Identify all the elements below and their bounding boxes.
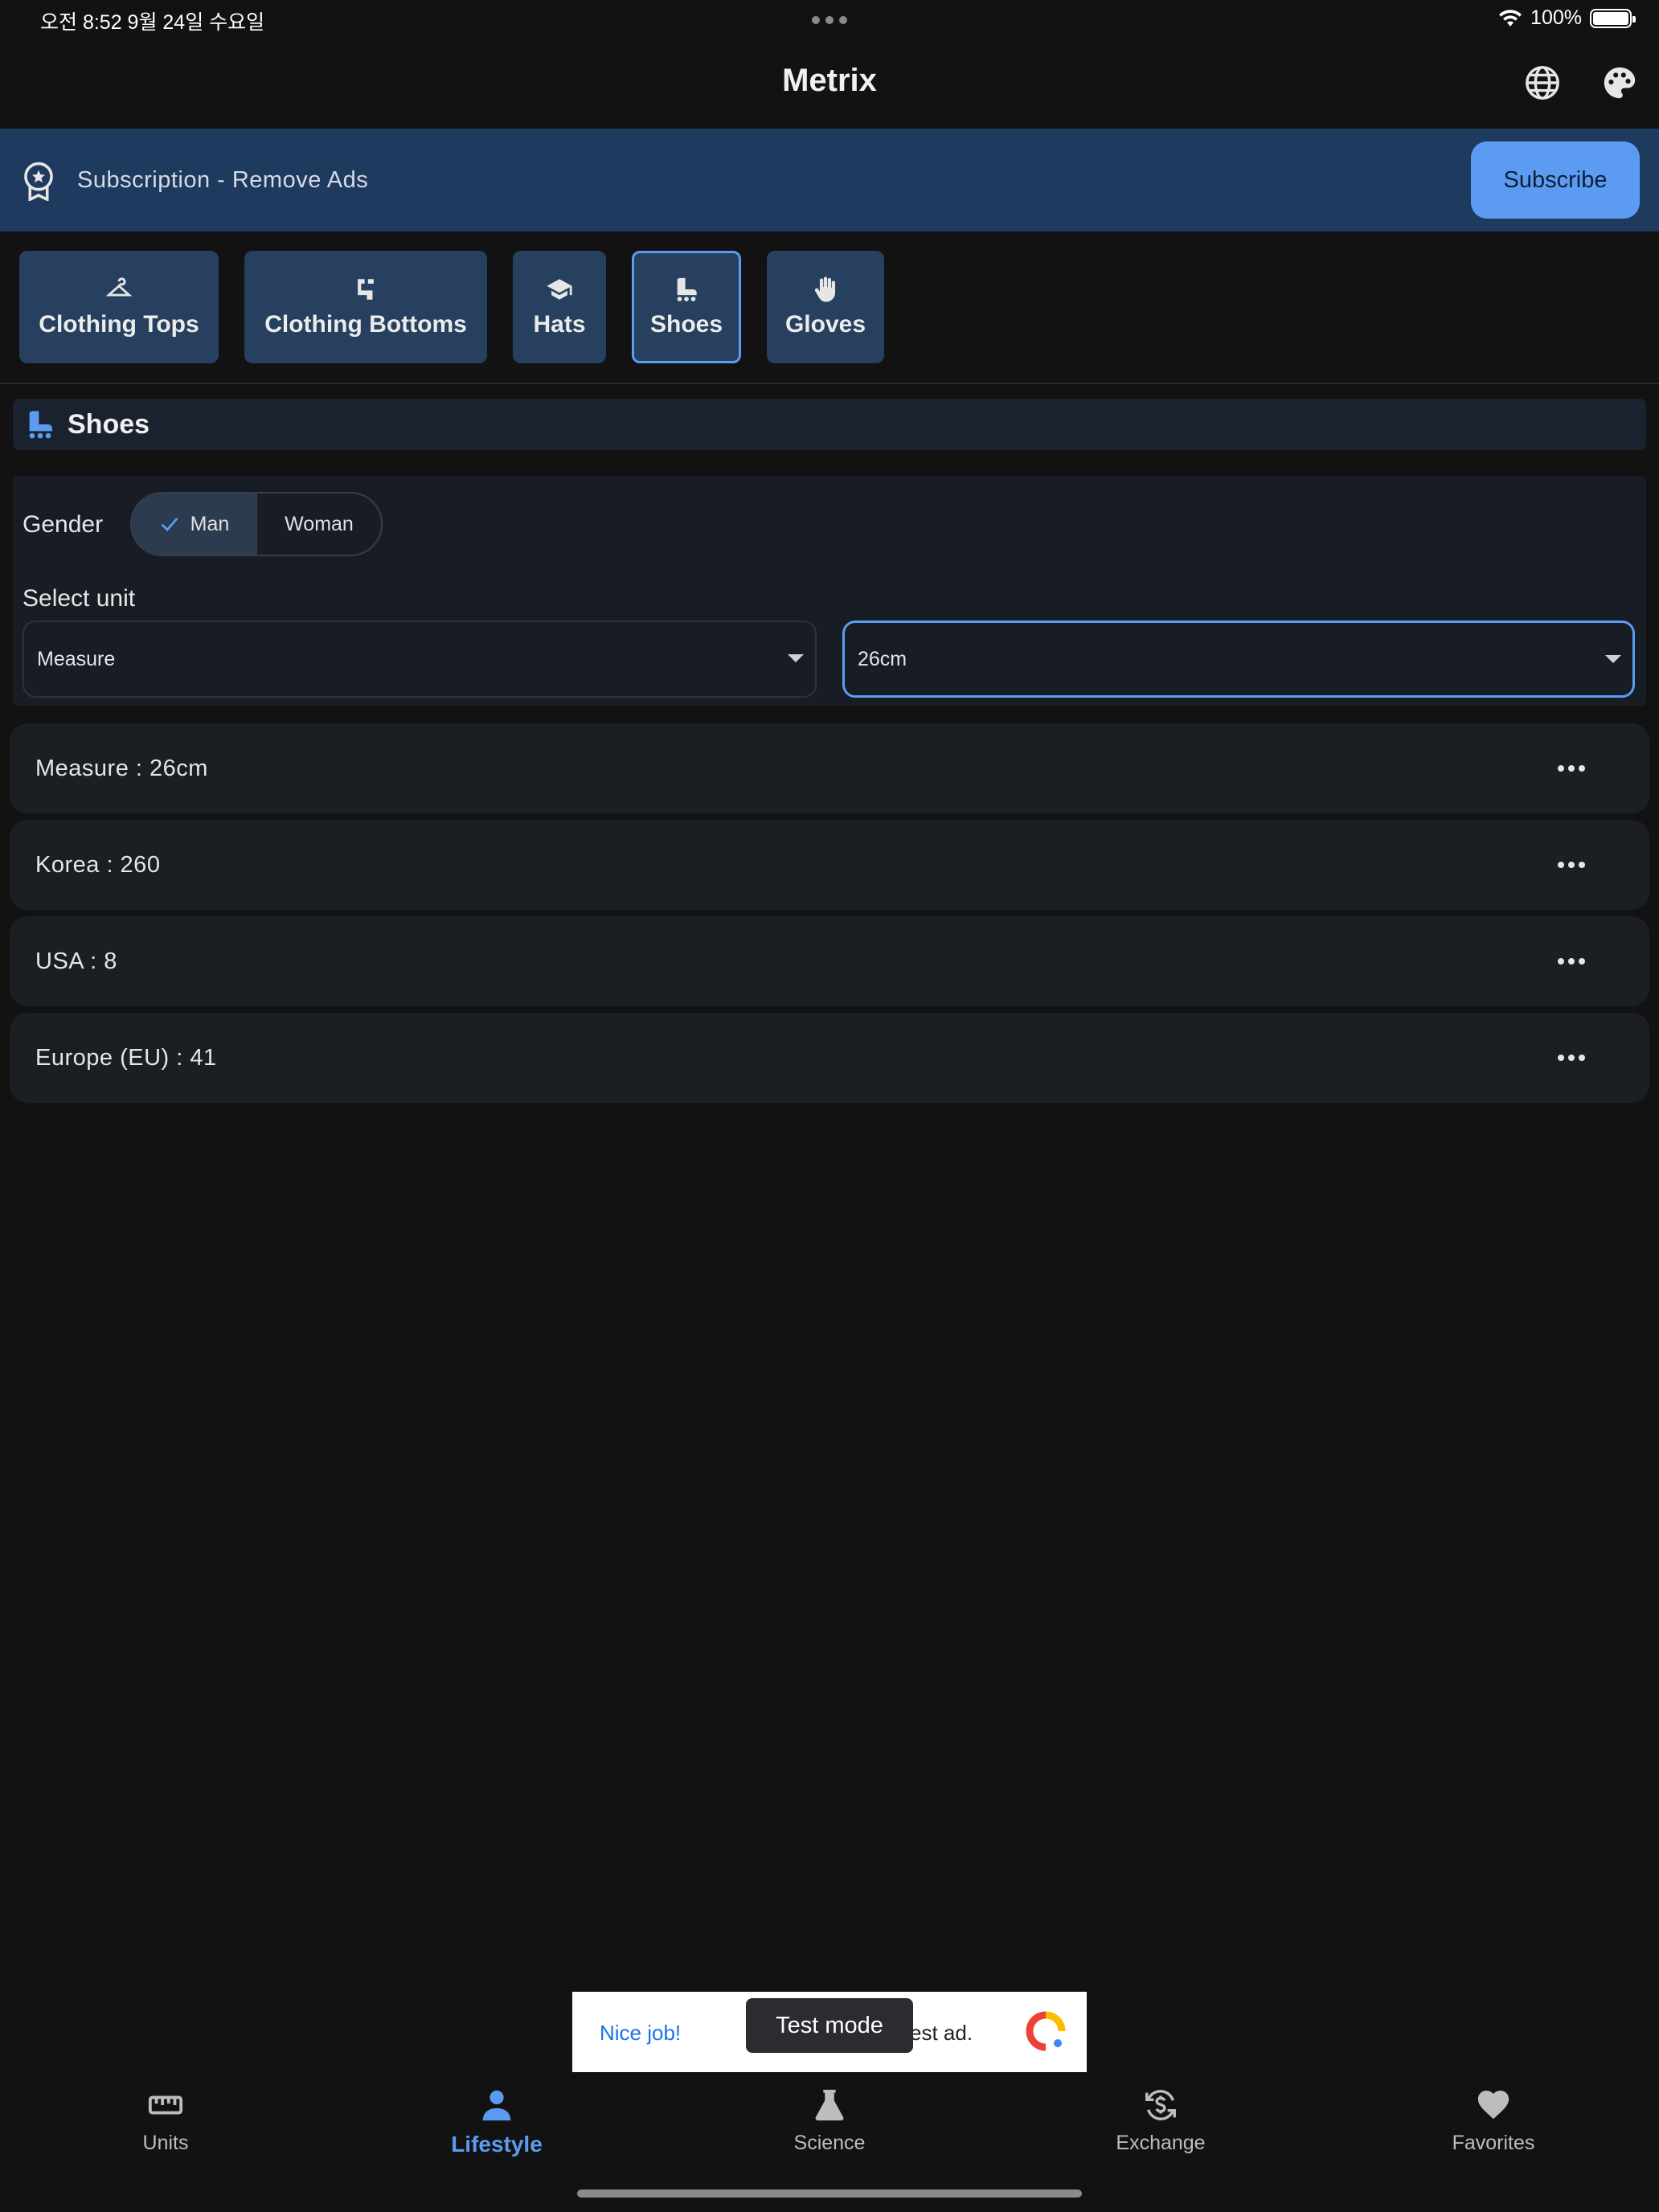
- divider: [0, 383, 1659, 384]
- heart-icon: [1477, 2090, 1509, 2120]
- category-gloves[interactable]: Gloves: [767, 251, 884, 363]
- gender-option-label: Man: [190, 512, 230, 535]
- ad-nice-job: Nice job!: [600, 2021, 682, 2045]
- nav-label: Lifestyle: [451, 2132, 543, 2157]
- nav-lifestyle[interactable]: Lifestyle: [400, 2087, 593, 2157]
- select-unit-label: Select unit: [23, 585, 136, 612]
- multitasking-dots-icon[interactable]: [812, 16, 847, 24]
- result-text: Europe (EU) : 41: [35, 1045, 217, 1071]
- value-dropdown-value: 26cm: [858, 647, 907, 670]
- dropdown-arrow-icon: [788, 654, 804, 662]
- currency-exchange-icon: [1145, 2090, 1176, 2120]
- gender-label: Gender: [23, 511, 104, 538]
- check-icon: [161, 518, 178, 532]
- app-title: Metrix: [782, 63, 877, 98]
- more-options-icon[interactable]: [1558, 765, 1585, 772]
- category-clothing-bottoms[interactable]: Clothing Bottoms: [244, 251, 487, 363]
- gender-option-label: Woman: [285, 512, 354, 535]
- category-clothing-tops[interactable]: Clothing Tops: [19, 251, 219, 363]
- pants-icon: [358, 279, 374, 300]
- graduation-cap-icon: [547, 279, 572, 300]
- badge-icon: [24, 162, 53, 201]
- person-icon: [482, 2090, 511, 2121]
- result-text: Measure : 26cm: [35, 756, 208, 781]
- nav-exchange[interactable]: Exchange: [1064, 2087, 1257, 2155]
- status-time-date: 오전 8:52 9월 24일 수요일: [40, 11, 265, 34]
- subscription-banner: Subscription - Remove Ads: [0, 129, 1659, 231]
- home-indicator[interactable]: [577, 2189, 1082, 2198]
- battery-percent: 100%: [1530, 6, 1582, 29]
- unit-dropdown[interactable]: Measure: [23, 621, 817, 698]
- gender-segmented-control: Man Woman: [130, 492, 383, 556]
- more-options-icon[interactable]: [1558, 958, 1585, 965]
- nav-units[interactable]: Units: [69, 2087, 262, 2155]
- ruler-icon: [148, 2095, 183, 2115]
- subscribe-button[interactable]: Subscribe: [1471, 141, 1640, 219]
- category-label: Shoes: [649, 311, 723, 338]
- nav-label: Science: [793, 2132, 866, 2154]
- flask-icon: [815, 2089, 844, 2121]
- gender-option-woman[interactable]: Woman: [256, 494, 381, 555]
- nav-label: Favorites: [1452, 2132, 1535, 2154]
- roller-skate-icon: [29, 411, 52, 439]
- ad-text: est ad.: [910, 2021, 973, 2045]
- palette-icon[interactable]: [1601, 64, 1638, 101]
- hanger-icon: [105, 277, 133, 297]
- dropdown-arrow-icon: [1605, 655, 1621, 663]
- subscription-text: Subscription - Remove Ads: [77, 167, 369, 193]
- result-row: Measure : 26cm: [10, 723, 1649, 813]
- ad-banner[interactable]: Nice job! est ad. Test mode: [572, 1992, 1087, 2072]
- status-bar: 오전 8:52 9월 24일 수요일 100%: [0, 0, 1659, 40]
- category-label: Hats: [533, 311, 586, 338]
- result-text: Korea : 260: [35, 852, 161, 878]
- roller-skate-icon: [677, 277, 697, 301]
- battery-icon: [1590, 8, 1636, 28]
- more-options-icon[interactable]: [1558, 862, 1585, 868]
- test-mode-toast: Test mode: [746, 1998, 913, 2053]
- hand-icon: [814, 276, 836, 302]
- category-shoes[interactable]: Shoes: [632, 251, 741, 363]
- nav-science[interactable]: Science: [733, 2087, 926, 2155]
- section-header: Shoes: [13, 399, 1646, 450]
- globe-icon[interactable]: [1524, 64, 1561, 101]
- category-label: Clothing Bottoms: [264, 311, 467, 338]
- more-options-icon[interactable]: [1558, 1055, 1585, 1061]
- gender-option-man[interactable]: Man: [132, 494, 256, 555]
- status-right: 100%: [1498, 6, 1636, 30]
- section-title: Shoes: [68, 408, 150, 440]
- category-hats[interactable]: Hats: [513, 251, 606, 363]
- result-text: USA : 8: [35, 948, 117, 974]
- admob-logo-icon: [1026, 2011, 1066, 2051]
- nav-label: Exchange: [1116, 2132, 1206, 2154]
- category-label: Gloves: [784, 311, 866, 338]
- result-row: USA : 8: [10, 916, 1649, 1006]
- value-dropdown[interactable]: 26cm: [842, 621, 1635, 698]
- result-row: Europe (EU) : 41: [10, 1013, 1649, 1103]
- nav-label: Units: [142, 2132, 189, 2154]
- wifi-icon: [1499, 9, 1522, 27]
- unit-dropdown-value: Measure: [37, 647, 116, 670]
- nav-favorites[interactable]: Favorites: [1397, 2087, 1590, 2155]
- result-row: Korea : 260: [10, 820, 1649, 910]
- category-label: Clothing Tops: [39, 311, 199, 338]
